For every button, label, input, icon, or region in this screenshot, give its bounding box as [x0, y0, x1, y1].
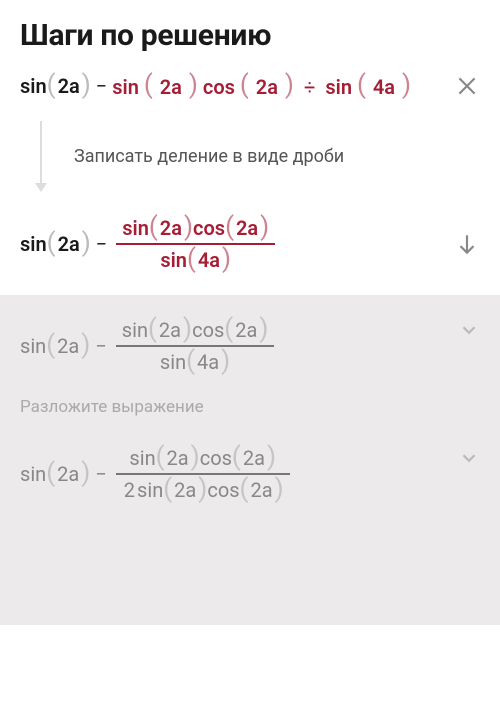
- arg: 2a: [165, 446, 191, 470]
- minus-op: −: [91, 74, 112, 98]
- expression-input: sin ( 2a ) − sin ( 2a ) cos ( 2a ) ÷ sin…: [20, 73, 411, 99]
- fn-sin: sin: [112, 75, 139, 99]
- fn-sin: sin: [137, 478, 163, 502]
- arg: 2a: [254, 75, 280, 99]
- arg: 2a: [241, 446, 267, 470]
- paren-close: ): [222, 246, 231, 272]
- paren-open: (: [46, 332, 55, 358]
- faded-expression: sin ( 2a ) − sin ( 2a ) cos ( 2a ) 2: [20, 443, 294, 505]
- fn-sin: sin: [325, 75, 352, 99]
- paren-close: ): [259, 316, 268, 342]
- step-hint: Разложите выражение: [20, 397, 480, 417]
- arg: 2a: [157, 318, 183, 342]
- paren-close: ): [82, 230, 91, 256]
- fraction: sin ( 2a ) cos ( 2a ) sin ( 4a ): [116, 213, 275, 275]
- paren-close: ): [183, 316, 192, 342]
- paren-open: (: [47, 230, 56, 256]
- paren-close: ): [285, 70, 294, 100]
- expression-result: sin ( 2a ) − sin ( 2a ) cos ( 2a ) sin: [20, 213, 279, 275]
- arg: 2a: [158, 216, 184, 240]
- paren-close: ): [198, 476, 207, 502]
- faded-expression: sin ( 2a ) − sin ( 2a ) cos ( 2a ) sin: [20, 315, 278, 377]
- paren-open: (: [156, 444, 165, 470]
- arg: 4a: [371, 75, 397, 99]
- paren-open: (: [232, 444, 241, 470]
- minus-op: −: [90, 462, 111, 486]
- fn-sin: sin: [20, 462, 46, 486]
- arg: 2a: [55, 334, 81, 358]
- coef: 2: [122, 478, 137, 502]
- paren-open: (: [186, 348, 195, 374]
- arg: 2a: [56, 232, 82, 256]
- paren-open: (: [240, 70, 249, 100]
- fn-sin: sin: [160, 350, 186, 374]
- chevron-down-icon[interactable]: [458, 319, 480, 341]
- arg: 2a: [56, 74, 82, 98]
- minus-op: −: [90, 334, 111, 358]
- paren-open: (: [224, 316, 233, 342]
- paren-open: (: [163, 476, 172, 502]
- fn-sin: sin: [122, 216, 149, 240]
- fn-cos: cos: [207, 478, 239, 502]
- paren-open: (: [225, 214, 234, 240]
- fraction: sin ( 2a ) cos ( 2a ) 2 sin ( 2a ) cos: [116, 443, 290, 505]
- arg: 4a: [195, 350, 221, 374]
- fn-sin: sin: [160, 248, 187, 272]
- arg: 2a: [234, 216, 260, 240]
- chevron-down-icon[interactable]: [458, 447, 480, 469]
- paren-open: (: [148, 316, 157, 342]
- div-op: ÷: [299, 75, 320, 99]
- page-title: Шаги по решению: [20, 18, 480, 53]
- fn-cos: cos: [200, 446, 232, 470]
- flow-arrow-icon: [26, 121, 56, 191]
- arg: 4a: [196, 248, 222, 272]
- paren-open: (: [240, 476, 249, 502]
- arg: 2a: [172, 478, 198, 502]
- paren-close: ): [184, 214, 193, 240]
- paren-close: ): [260, 214, 269, 240]
- paren-open: (: [46, 460, 55, 486]
- arg: 2a: [233, 318, 259, 342]
- paren-open: (: [144, 70, 153, 100]
- paren-close: ): [267, 444, 276, 470]
- fn-sin: sin: [20, 334, 46, 358]
- fraction: sin ( 2a ) cos ( 2a ) sin ( 4a ): [116, 315, 275, 377]
- paren-close: ): [81, 460, 90, 486]
- fn-cos: cos: [203, 75, 235, 99]
- paren-open: (: [187, 246, 196, 272]
- fn-sin: sin: [129, 446, 155, 470]
- paren-close: ): [191, 444, 200, 470]
- paren-close: ): [275, 476, 284, 502]
- step-hint: Записать деление в виде дроби: [74, 146, 344, 167]
- fn-cos: cos: [192, 318, 224, 342]
- fn-sin: sin: [20, 232, 47, 256]
- paren-open: (: [357, 70, 366, 100]
- paren-close: ): [81, 332, 90, 358]
- arg: 2a: [55, 462, 81, 486]
- paren-open: (: [149, 214, 158, 240]
- arg: 2a: [248, 478, 274, 502]
- paren-open: (: [47, 72, 56, 98]
- close-icon[interactable]: [454, 73, 480, 99]
- paren-close: ): [82, 72, 91, 98]
- paren-close: ): [189, 70, 198, 100]
- fn-sin: sin: [20, 74, 47, 98]
- arg: 2a: [158, 75, 184, 99]
- minus-op: −: [91, 232, 112, 256]
- paren-close: ): [221, 348, 230, 374]
- fn-cos: cos: [193, 216, 225, 240]
- paren-close: ): [402, 70, 411, 100]
- arrow-down-icon[interactable]: [454, 231, 480, 257]
- fn-sin: sin: [122, 318, 148, 342]
